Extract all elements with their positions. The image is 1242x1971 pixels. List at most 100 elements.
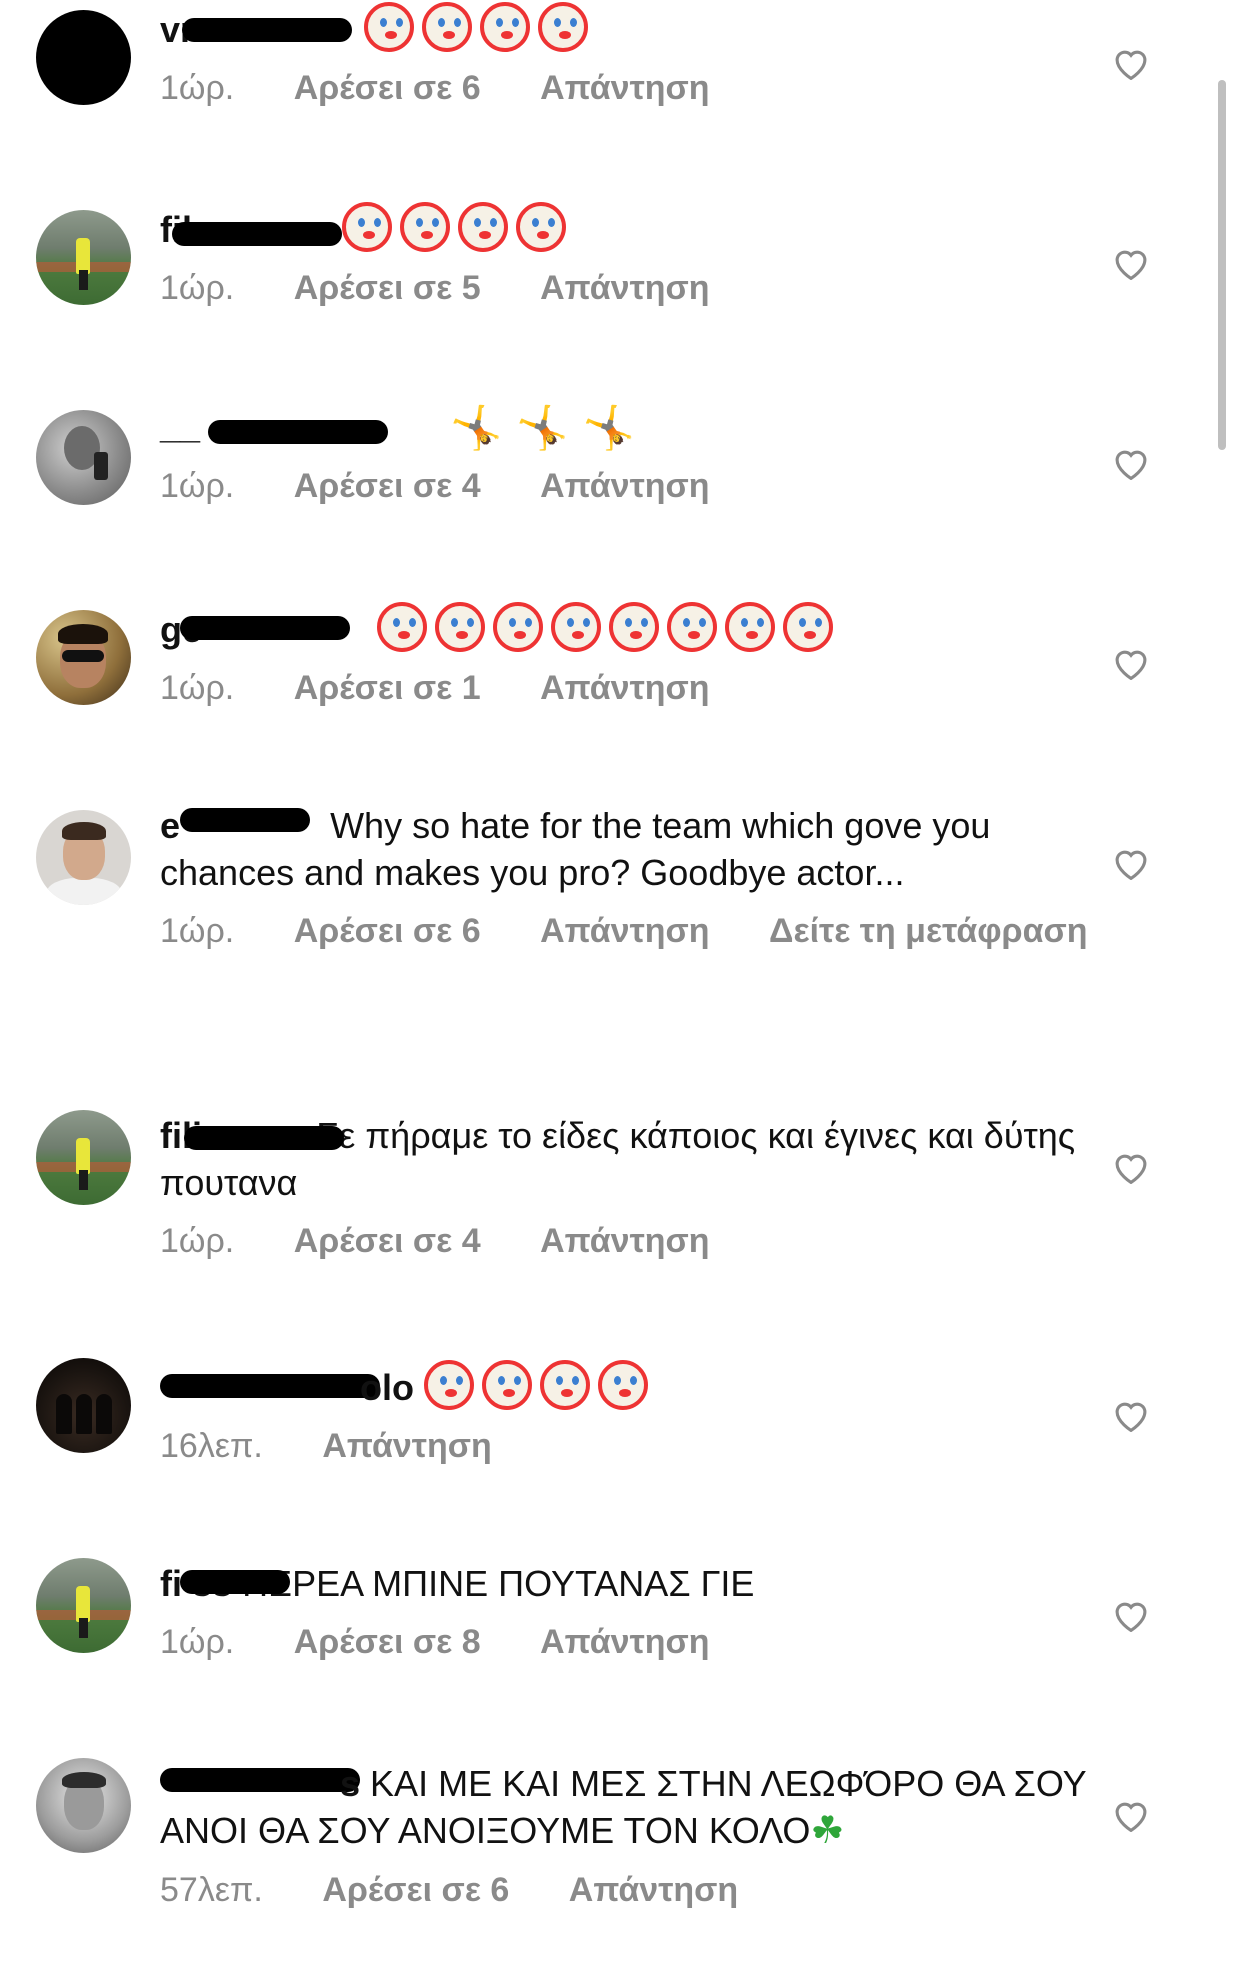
clown-emoji-icon xyxy=(377,602,428,652)
heart-outline-icon[interactable] xyxy=(1112,1598,1150,1632)
likes-count-link[interactable]: Αρέσει σε 4 xyxy=(294,467,481,505)
comment-time: 57λεπ. xyxy=(160,1871,263,1909)
comment-time: 1ώρ. xyxy=(160,1623,235,1661)
person-cartwheeling-emoji-icon: 🤸 xyxy=(450,404,503,451)
clown-emoji-icon xyxy=(480,2,531,52)
person-cartwheeling-emoji-icon: 🤸 xyxy=(582,404,635,451)
comment-time: 1ώρ. xyxy=(160,269,235,307)
username[interactable]: s xyxy=(340,1763,360,1804)
comment-meta: 1ώρ. Αρέσει σε 8 Απάντηση xyxy=(160,1623,1110,1662)
clown-emoji-icon xyxy=(424,1360,474,1410)
clown-emoji-icon xyxy=(422,2,473,52)
comment-time: 16λεπ. xyxy=(160,1427,263,1465)
comment-meta: 1ώρ. Αρέσει σε 6 Απάντηση Δείτε τη μετάφ… xyxy=(160,912,1110,951)
see-translation-link[interactable]: Δείτε τη μετάφραση xyxy=(769,912,1088,950)
likes-count-link[interactable]: Αρέσει σε 6 xyxy=(294,69,481,107)
avatar[interactable] xyxy=(36,1110,131,1205)
avatar[interactable] xyxy=(36,1758,131,1853)
avatar[interactable] xyxy=(36,210,131,305)
likes-count-link[interactable]: Αρέσει σε 8 xyxy=(294,1623,481,1661)
clown-emoji-icon xyxy=(493,602,544,652)
heart-outline-icon[interactable] xyxy=(1112,446,1150,480)
clown-emoji-icon xyxy=(400,202,451,252)
redaction-mark xyxy=(184,1126,344,1150)
redaction-mark xyxy=(172,222,342,246)
reply-button[interactable]: Απάντηση xyxy=(540,669,709,707)
comment-meta: 16λεπ. Απάντηση xyxy=(160,1427,1110,1466)
likes-count-link[interactable]: Αρέσει σε 6 xyxy=(294,912,481,950)
comment-meta: 1ώρ. Αρέσει σε 1 Απάντηση xyxy=(160,669,1110,708)
redaction-mark xyxy=(180,616,350,640)
avatar[interactable] xyxy=(36,10,131,105)
redaction-mark xyxy=(160,1768,360,1792)
comment-body: ΠΕΡΕΑ ΜΠΙΝΕ ΠΟΥΤΑΝΑΣ ΓΙΕ xyxy=(242,1563,755,1604)
comment-text: ge xyxy=(160,602,1110,653)
reply-button[interactable]: Απάντηση xyxy=(569,1871,738,1909)
clown-emoji-icon xyxy=(551,602,602,652)
comment-time: 1ώρ. xyxy=(160,467,235,505)
shamrock-emoji-icon: ☘ xyxy=(810,1810,845,1852)
comment-time: 1ώρ. xyxy=(160,69,235,107)
clown-emoji-icon xyxy=(342,202,393,252)
comment-meta: 1ώρ. Αρέσει σε 4 Απάντηση xyxy=(160,467,1110,506)
avatar[interactable] xyxy=(36,610,131,705)
likes-count-link[interactable]: Αρέσει σε 6 xyxy=(322,1871,509,1909)
redaction-mark xyxy=(180,1570,290,1594)
likes-count-link[interactable]: Αρέσει σε 1 xyxy=(294,669,481,707)
comment-text: s ΚΑΙ ΜΕ ΚΑΙ ΜΕΣ ΣΤΗΝ ΛΕΩΦΌΡΟ ΘΑ ΣΟΥ ΑΝΟ… xyxy=(160,1760,1110,1855)
heart-outline-icon[interactable] xyxy=(1112,1150,1150,1184)
comment-text: olo xyxy=(160,1360,1110,1411)
avatar[interactable] xyxy=(36,810,131,905)
comment-text: fil xyxy=(160,202,1110,253)
clown-emoji-icon xyxy=(458,202,509,252)
reply-button[interactable]: Απάντηση xyxy=(540,467,709,505)
clown-emoji-icon xyxy=(482,1360,532,1410)
likes-count-link[interactable]: Αρέσει σε 5 xyxy=(294,269,481,307)
heart-outline-icon[interactable] xyxy=(1112,846,1150,880)
comment-text: fi ss ΠΕΡΕΑ ΜΠΙΝΕ ΠΟΥΤΑΝΑΣ ΓΙΕ xyxy=(160,1560,1110,1607)
reply-button[interactable]: Απάντηση xyxy=(540,912,709,950)
heart-outline-icon[interactable] xyxy=(1112,646,1150,680)
comment-text: vr xyxy=(160,2,1110,53)
comment-time: 1ώρ. xyxy=(160,912,235,950)
comment-text: __ 🤸 🤸 🤸 xyxy=(160,402,1110,451)
comment-time: 1ώρ. xyxy=(160,1222,235,1260)
heart-outline-icon[interactable] xyxy=(1112,1398,1150,1432)
comment-text: e Why so hate for the team which gove yo… xyxy=(160,802,1110,896)
clown-emoji-icon xyxy=(667,602,718,652)
clown-emoji-icon xyxy=(598,1360,648,1410)
scrollbar[interactable] xyxy=(1218,80,1226,450)
reply-button[interactable]: Απάντηση xyxy=(540,1623,709,1661)
comment-meta: 57λεπ. Αρέσει σε 6 Απάντηση xyxy=(160,1871,1110,1910)
reply-button[interactable]: Απάντηση xyxy=(322,1427,491,1465)
clown-emoji-icon xyxy=(516,202,567,252)
comment-meta: 1ώρ. Αρέσει σε 6 Απάντηση xyxy=(160,69,1110,108)
comment-meta: 1ώρ. Αρέσει σε 4 Απάντηση xyxy=(160,1222,1110,1261)
clown-emoji-icon xyxy=(538,2,589,52)
username[interactable]: olo xyxy=(360,1367,414,1408)
redaction-mark xyxy=(180,808,310,832)
redaction-mark xyxy=(208,420,388,444)
person-cartwheeling-emoji-icon: 🤸 xyxy=(516,404,569,451)
reply-button[interactable]: Απάντηση xyxy=(540,1222,709,1260)
username[interactable]: __ xyxy=(160,405,200,446)
avatar[interactable] xyxy=(36,1358,131,1453)
redaction-mark xyxy=(182,18,352,42)
heart-outline-icon[interactable] xyxy=(1112,246,1150,280)
reply-button[interactable]: Απάντηση xyxy=(540,269,709,307)
heart-outline-icon[interactable] xyxy=(1112,46,1150,80)
clown-emoji-icon xyxy=(435,602,486,652)
comment-text: fili Σε πήραμε το είδες κάποιος και έγιν… xyxy=(160,1112,1110,1206)
heart-outline-icon[interactable] xyxy=(1112,1798,1150,1832)
clown-emoji-icon xyxy=(609,602,660,652)
clown-emoji-icon xyxy=(725,602,776,652)
comment-time: 1ώρ. xyxy=(160,669,235,707)
clown-emoji-icon xyxy=(783,602,834,652)
avatar[interactable] xyxy=(36,1558,131,1653)
avatar[interactable] xyxy=(36,410,131,505)
reply-button[interactable]: Απάντηση xyxy=(540,69,709,107)
clown-emoji-icon xyxy=(364,2,415,52)
clown-emoji-icon xyxy=(540,1360,590,1410)
likes-count-link[interactable]: Αρέσει σε 4 xyxy=(294,1222,481,1260)
username[interactable]: e xyxy=(160,805,180,846)
